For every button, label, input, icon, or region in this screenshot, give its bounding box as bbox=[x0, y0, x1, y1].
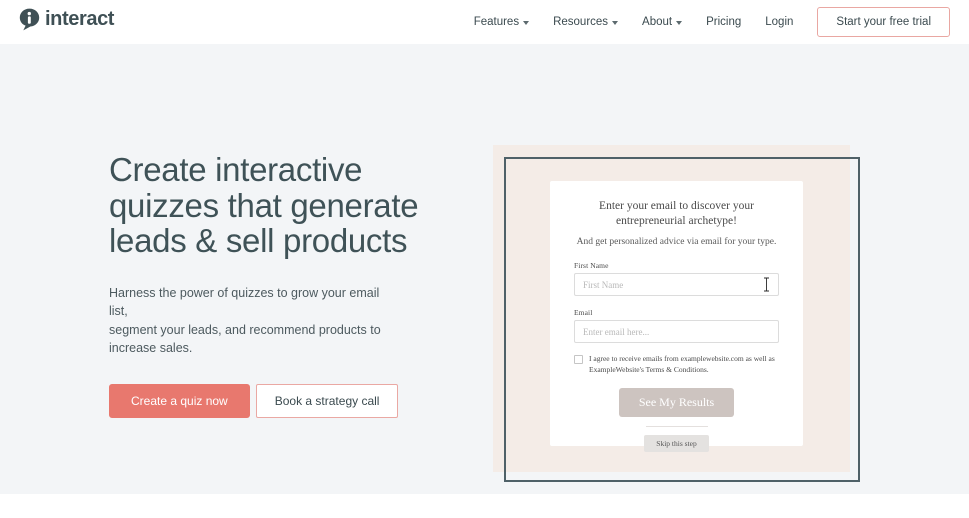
create-quiz-button[interactable]: Create a quiz now bbox=[109, 383, 250, 418]
first-name-input[interactable] bbox=[574, 273, 779, 296]
consent-row: I agree to receive emails from examplewe… bbox=[574, 354, 779, 375]
nav-label-features: Features bbox=[473, 16, 520, 28]
quiz-divider bbox=[645, 426, 708, 427]
hero-section: Create interactive quizzes that generate… bbox=[0, 44, 969, 494]
main-navigation: Features Resources About Pricing Login S… bbox=[462, 7, 950, 37]
book-strategy-call-button[interactable]: Book a strategy call bbox=[255, 383, 399, 418]
consent-checkbox[interactable] bbox=[574, 355, 583, 364]
hero-copy: Create interactive quizzes that generate… bbox=[109, 152, 459, 418]
email-field-group: Email bbox=[574, 308, 779, 343]
skip-this-step-button[interactable]: Skip this step bbox=[644, 435, 709, 452]
interact-droplet-logo-icon bbox=[19, 8, 40, 31]
brand-name: interact bbox=[45, 8, 115, 30]
nav-label-login: Login bbox=[765, 16, 794, 28]
hero-subheadline: Harness the power of quizzes to grow you… bbox=[109, 285, 381, 356]
quiz-card: Enter your email to discover your entrep… bbox=[550, 181, 803, 452]
nav-label-about: About bbox=[642, 16, 673, 28]
hero-cta-group: Create a quiz now Book a strategy call bbox=[109, 383, 459, 418]
page-root: interact Features Resources About Pricin… bbox=[0, 0, 969, 518]
nav-label-pricing: Pricing bbox=[706, 16, 742, 28]
chevron-down-icon bbox=[676, 20, 683, 25]
nav-item-resources[interactable]: Resources bbox=[541, 10, 630, 34]
chevron-down-icon bbox=[523, 20, 530, 25]
chevron-down-icon bbox=[612, 20, 619, 25]
quiz-title: Enter your email to discover your entrep… bbox=[599, 200, 754, 227]
email-label: Email bbox=[574, 308, 593, 317]
quiz-preview-mockup: Enter your email to discover your entrep… bbox=[493, 145, 860, 482]
first-name-label: First Name bbox=[574, 261, 609, 270]
see-my-results-button[interactable]: See My Results bbox=[618, 388, 735, 417]
nav-item-login[interactable]: Login bbox=[753, 10, 805, 34]
consent-text: I agree to receive emails from examplewe… bbox=[589, 354, 775, 374]
brand-logo[interactable]: interact bbox=[19, 8, 114, 31]
nav-item-pricing[interactable]: Pricing bbox=[694, 10, 753, 34]
first-name-field-group: First Name bbox=[574, 261, 779, 296]
nav-label-resources: Resources bbox=[553, 16, 609, 28]
email-input[interactable] bbox=[574, 320, 779, 343]
nav-item-features[interactable]: Features bbox=[462, 10, 541, 34]
hero-headline: Create interactive quizzes that generate… bbox=[109, 151, 419, 259]
nav-item-about[interactable]: About bbox=[630, 10, 694, 34]
start-free-trial-button[interactable]: Start your free trial bbox=[817, 7, 950, 37]
quiz-subtitle: And get personalized advice via email fo… bbox=[576, 237, 777, 247]
site-header: interact Features Resources About Pricin… bbox=[0, 0, 969, 44]
